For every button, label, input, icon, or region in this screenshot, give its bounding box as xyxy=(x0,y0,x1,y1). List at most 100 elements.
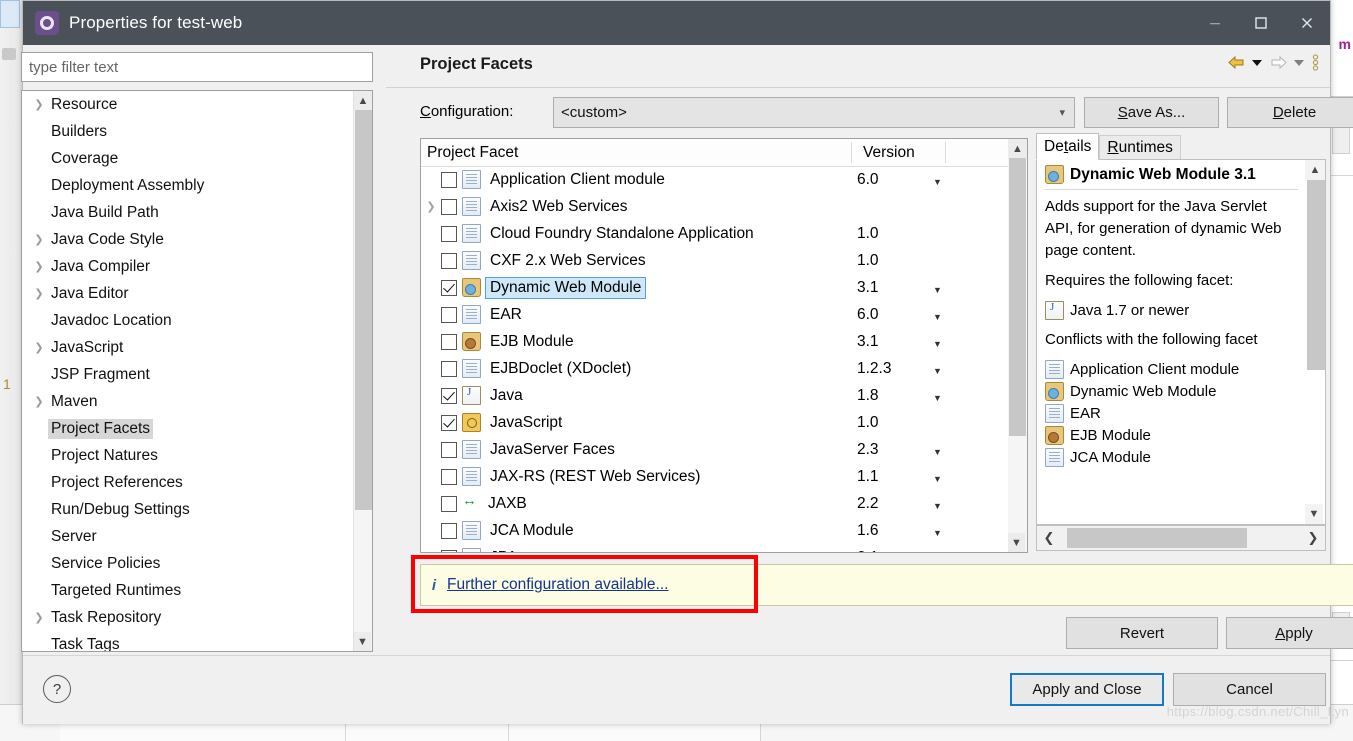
chevron-down-icon[interactable]: ▼ xyxy=(1008,533,1025,552)
table-row[interactable]: JAX-RS (REST Web Services) 1.1 ▼ xyxy=(421,463,1010,490)
sidebar-item-java-editor[interactable]: ❯ Java Editor xyxy=(22,280,352,307)
tab-runtimes[interactable]: Runtimes xyxy=(1099,135,1181,160)
revert-button[interactable]: Revert xyxy=(1066,617,1218,649)
sidebar-item-jsp-fragment[interactable]: JSP Fragment xyxy=(22,361,352,388)
back-menu-chevron-down-icon[interactable] xyxy=(1251,58,1264,67)
chevron-up-icon[interactable]: ▲ xyxy=(354,91,372,110)
chevron-right-icon[interactable]: ❯ xyxy=(421,200,441,213)
sidebar-scrollbar[interactable]: ▲ ▼ xyxy=(353,91,372,651)
delete-button[interactable]: Delete xyxy=(1227,97,1353,128)
table-row[interactable]: JavaServer Faces 2.3 ▼ xyxy=(421,436,1010,463)
facet-checkbox[interactable] xyxy=(441,387,457,404)
sidebar-item-project-references[interactable]: Project References xyxy=(22,469,352,496)
facets-scrollbar[interactable]: ▲ ▼ xyxy=(1008,139,1027,552)
facet-checkbox[interactable] xyxy=(441,495,457,512)
chevron-right-icon[interactable]: ❯ xyxy=(30,395,48,408)
details-scrollbar[interactable]: ▲ ▼ xyxy=(1305,160,1325,524)
chevron-right-icon[interactable]: ❯ xyxy=(1301,530,1325,546)
version-dropdown-icon[interactable]: ▼ xyxy=(933,285,942,295)
sidebar-item-java-code-style[interactable]: ❯ Java Code Style xyxy=(22,226,352,253)
minimize-button[interactable] xyxy=(1192,1,1238,45)
sidebar-item-run-debug-settings[interactable]: Run/Debug Settings xyxy=(22,496,352,523)
version-dropdown-icon[interactable]: ▼ xyxy=(933,393,942,403)
sidebar-item-project-natures[interactable]: Project Natures xyxy=(22,442,352,469)
version-dropdown-icon[interactable]: ▼ xyxy=(933,501,942,511)
apply-button[interactable]: Apply xyxy=(1226,617,1353,649)
back-arrow-icon[interactable] xyxy=(1227,54,1246,71)
sidebar-item-java-build-path[interactable]: Java Build Path xyxy=(22,199,352,226)
chevron-down-icon[interactable]: ▼ xyxy=(354,632,371,651)
facet-checkbox[interactable] xyxy=(441,306,457,323)
version-dropdown-icon[interactable]: ▼ xyxy=(933,474,942,484)
version-dropdown-icon[interactable]: ▼ xyxy=(933,366,942,376)
sidebar-item-builders[interactable]: Builders xyxy=(22,118,352,145)
sidebar-item-javadoc-location[interactable]: Javadoc Location xyxy=(22,307,352,334)
apply-and-close-button[interactable]: Apply and Close xyxy=(1010,673,1164,706)
sidebar-item-maven[interactable]: ❯ Maven xyxy=(22,388,352,415)
chevron-left-icon[interactable]: ❮ xyxy=(1037,530,1061,546)
table-row[interactable]: JCA Module 1.6 ▼ xyxy=(421,517,1010,544)
table-row[interactable]: Java 1.8 ▼ xyxy=(421,382,1010,409)
sidebar-item-targeted-runtimes[interactable]: Targeted Runtimes xyxy=(22,577,352,604)
table-row[interactable]: CXF 2.x Web Services 1.0 xyxy=(421,247,1010,274)
filter-input[interactable]: type filter text xyxy=(21,52,373,82)
save-as-button[interactable]: Save As... xyxy=(1084,97,1219,128)
facet-checkbox[interactable] xyxy=(441,441,457,458)
sidebar-item-resource[interactable]: ❯ Resource xyxy=(22,91,352,118)
version-dropdown-icon[interactable]: ▼ xyxy=(933,177,942,187)
facet-checkbox[interactable] xyxy=(441,333,457,350)
configuration-select[interactable]: <custom> ▾ xyxy=(553,97,1075,128)
chevron-up-icon[interactable]: ▲ xyxy=(1305,160,1325,180)
table-row[interactable]: JAXB 2.2 ▼ xyxy=(421,490,1010,517)
sidebar-item-task-tags[interactable]: Task Tags xyxy=(22,631,352,652)
chevron-down-icon[interactable]: ▼ xyxy=(1305,504,1323,524)
chevron-right-icon[interactable]: ❯ xyxy=(30,98,48,111)
facet-checkbox[interactable] xyxy=(441,198,457,215)
table-row[interactable]: ❯ Axis2 Web Services xyxy=(421,193,1010,220)
facet-checkbox[interactable] xyxy=(441,279,457,296)
facet-checkbox[interactable] xyxy=(441,171,457,188)
table-row[interactable]: JPA 2.1 xyxy=(421,544,1010,552)
kebab-menu-icon[interactable] xyxy=(1311,53,1320,72)
scrollbar-thumb[interactable] xyxy=(355,110,372,510)
details-horizontal-scrollbar[interactable]: ❮ ❯ xyxy=(1036,525,1326,551)
column-header-version[interactable]: Version xyxy=(857,144,915,162)
table-row[interactable]: JavaScript 1.0 xyxy=(421,409,1010,436)
table-row[interactable]: Application Client module 6.0 ▼ xyxy=(421,166,1010,193)
chevron-right-icon[interactable]: ❯ xyxy=(30,233,48,246)
help-button[interactable]: ? xyxy=(43,675,71,703)
facet-checkbox[interactable] xyxy=(441,360,457,377)
sidebar-item-project-facets[interactable]: Project Facets xyxy=(22,415,352,442)
table-row[interactable]: EJBDoclet (XDoclet) 1.2.3 ▼ xyxy=(421,355,1010,382)
close-button[interactable] xyxy=(1284,1,1330,45)
table-row[interactable]: Dynamic Web Module 3.1 ▼ xyxy=(421,274,1010,301)
sidebar-item-java-compiler[interactable]: ❯ Java Compiler xyxy=(22,253,352,280)
sidebar-item-deployment-assembly[interactable]: Deployment Assembly xyxy=(22,172,352,199)
table-row[interactable]: Cloud Foundry Standalone Application 1.0 xyxy=(421,220,1010,247)
version-dropdown-icon[interactable]: ▼ xyxy=(933,528,942,538)
facet-checkbox[interactable] xyxy=(441,252,457,269)
version-dropdown-icon[interactable]: ▼ xyxy=(933,312,942,322)
sidebar-item-server[interactable]: Server xyxy=(22,523,352,550)
facet-checkbox[interactable] xyxy=(441,414,457,431)
sidebar-item-service-policies[interactable]: Service Policies xyxy=(22,550,352,577)
tab-details[interactable]: De t ails xyxy=(1036,133,1100,160)
chevron-up-icon[interactable]: ▲ xyxy=(1008,139,1027,158)
facet-checkbox[interactable] xyxy=(441,225,457,242)
sidebar-item-coverage[interactable]: Coverage xyxy=(22,145,352,172)
version-dropdown-icon[interactable]: ▼ xyxy=(933,339,942,349)
table-row[interactable]: EAR 6.0 ▼ xyxy=(421,301,1010,328)
cancel-button[interactable]: Cancel xyxy=(1173,673,1326,706)
further-configuration-link[interactable]: Further configuration available... xyxy=(447,576,668,594)
column-header-project-facet[interactable]: Project Facet xyxy=(421,144,857,162)
scrollbar-thumb[interactable] xyxy=(1307,180,1325,370)
sidebar-item-javascript[interactable]: ❯ JavaScript xyxy=(22,334,352,361)
sidebar-item-task-repository[interactable]: ❯ Task Repository xyxy=(22,604,352,631)
chevron-right-icon[interactable]: ❯ xyxy=(30,260,48,273)
chevron-right-icon[interactable]: ❯ xyxy=(30,341,48,354)
facet-checkbox[interactable] xyxy=(441,549,457,552)
facet-checkbox[interactable] xyxy=(441,468,457,485)
hscroll-track[interactable] xyxy=(1061,526,1301,550)
table-row[interactable]: EJB Module 3.1 ▼ xyxy=(421,328,1010,355)
hscroll-thumb[interactable] xyxy=(1067,528,1247,548)
